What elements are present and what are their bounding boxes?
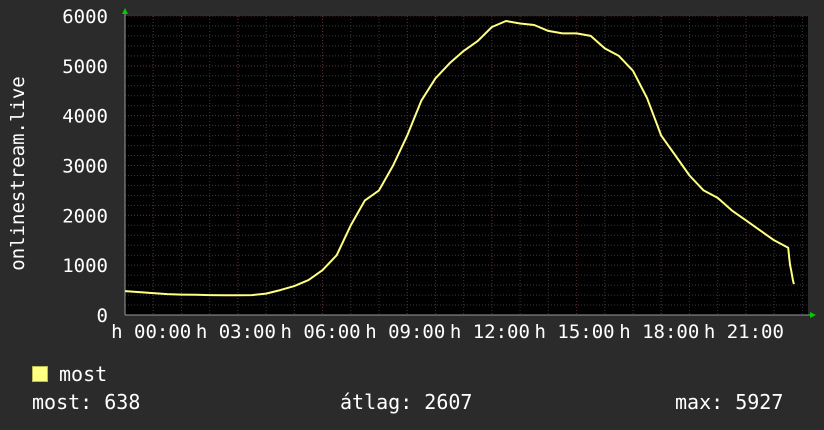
x-tick-label: h 18:00 (619, 321, 699, 343)
chart: 0 1000 2000 3000 4000 5000 6000 h 00:00 h 03:00… (7, 6, 816, 343)
x-tick-label: h 12:00 (450, 321, 530, 343)
y-tick-label: 4000 (62, 106, 108, 128)
x-tick-label: h 15:00 (535, 321, 615, 343)
x-axis-arrow (810, 312, 816, 318)
y-axis-arrow (122, 8, 128, 14)
x-tick-label: h 21:00 (704, 321, 784, 343)
x-tick-label: h 09:00 (365, 321, 445, 343)
x-tick-label: h 06:00 (281, 321, 361, 343)
y-axis-label: onlinestream.live (7, 76, 29, 270)
y-axis: 0 1000 2000 3000 4000 5000 6000 (62, 6, 126, 327)
y-tick-label: 2000 (62, 205, 108, 227)
legend-label: most (59, 362, 108, 386)
x-axis: h 00:00 h 03:00 h 06:00 h 09:00 h 12:00 h 15:… (111, 314, 810, 343)
y-tick-label: 3000 (62, 156, 108, 178)
y-tick-label: 0 (97, 305, 108, 327)
y-tick-label: 1000 (62, 255, 108, 277)
y-tick-label: 6000 (62, 6, 108, 28)
x-tick-label: h 03:00 (196, 321, 276, 343)
legend: most (32, 362, 107, 386)
stat-current: most: 638 (32, 390, 141, 414)
y-tick-label: 5000 (62, 56, 108, 78)
stat-maximum: max: 5927 (675, 390, 784, 414)
x-tick-label: h 00:00 (111, 321, 191, 343)
stat-average: átlag: 2607 (340, 390, 473, 414)
legend-swatch (32, 366, 48, 382)
